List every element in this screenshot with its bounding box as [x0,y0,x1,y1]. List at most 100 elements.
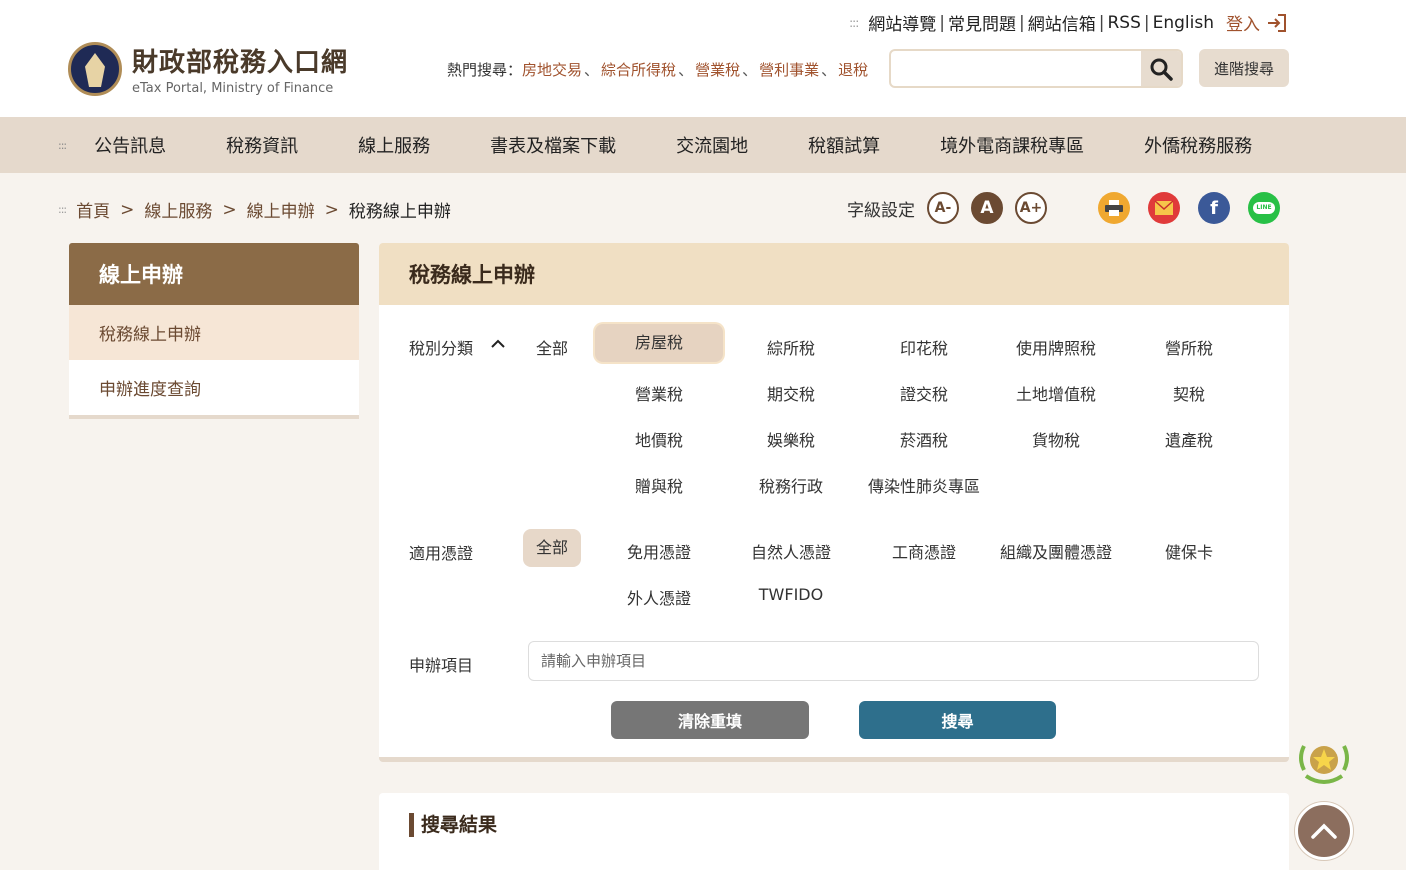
search-submit-button[interactable]: 搜尋 [859,701,1056,739]
dots-icon: ::: [58,138,67,152]
font-medium-button[interactable]: A [971,192,1003,224]
util-link-faq[interactable]: 常見問題 [948,10,1016,35]
nav-item-tax-calculator[interactable]: 稅額試算 [808,132,880,158]
font-size-label: 字級設定 [847,200,915,221]
cert-label: 適用憑證 [409,544,474,563]
sidebar-item-progress-query[interactable]: 申辦進度查詢 [69,360,359,415]
font-small-button[interactable]: A- [927,192,959,224]
nav-item-tax-info[interactable]: 稅務資訊 [226,132,298,158]
print-icon [1105,200,1123,216]
font-size-setting: 字級設定 A- A A+ [847,192,1059,224]
filter-panel: 稅務線上申辦 [379,243,1289,760]
facebook-icon: f [1210,197,1218,219]
nav-item-ecommerce[interactable]: 境外電商課稅專區 [940,132,1084,158]
back-to-top-button[interactable] [1295,802,1353,860]
chevron-up-icon[interactable] [489,337,507,351]
advanced-search-button[interactable]: 進階搜尋 [1199,49,1289,87]
tax-option[interactable]: 營業稅 [595,381,723,405]
tax-option[interactable]: 印花稅 [860,335,988,359]
cert-option[interactable]: 工商憑證 [860,539,988,563]
apply-item-input[interactable] [528,641,1259,681]
tax-option[interactable]: 營所稅 [1125,335,1253,359]
tax-option[interactable]: 契稅 [1125,381,1253,405]
tax-option[interactable]: 地價稅 [595,427,723,451]
main-nav: ::: 公告訊息 稅務資訊 線上服務 書表及檔案下載 交流園地 稅額試算 境外電… [0,117,1406,173]
tax-option[interactable]: 證交稅 [860,381,988,405]
tax-option[interactable]: 贈與稅 [595,473,723,497]
cert-option[interactable]: 自然人憑證 [727,539,855,563]
breadcrumb-online-apply[interactable]: 線上申辦 [247,197,315,222]
ministry-emblem-icon [68,42,122,96]
cert-option[interactable]: 組織及團體憑證 [992,539,1120,563]
facebook-button[interactable]: f [1198,192,1230,224]
util-link-sitemap[interactable]: 網站導覽 [868,10,936,35]
site-search [889,49,1183,88]
hot-keyword[interactable]: 退稅 [838,59,868,80]
apply-item-label: 申辦項目 [409,656,474,675]
breadcrumb-home[interactable]: 首頁 [76,197,110,222]
print-button[interactable] [1098,192,1130,224]
tax-option[interactable]: 土地增值稅 [992,381,1120,405]
breadcrumb-current: 稅務線上申辦 [348,202,451,222]
share-buttons: f LINE [1098,192,1298,224]
sidebar-title: 線上申辦 [69,243,359,305]
hot-keyword[interactable]: 房地交易 [522,59,582,80]
tax-option-all[interactable]: 全部 [523,335,581,359]
divider: | [939,12,945,33]
search-input[interactable] [891,51,1141,86]
chevron-right-icon: > [120,199,135,220]
divider: | [1019,12,1025,33]
tax-option[interactable]: 遺產稅 [1125,427,1253,451]
tax-option-house[interactable]: 房屋稅 [595,324,723,362]
hot-keyword[interactable]: 綜合所得稅 [601,59,676,80]
cert-option[interactable]: 免用憑證 [595,539,723,563]
search-results: 搜尋結果 [379,793,1289,870]
chevron-up-icon [1311,823,1337,839]
login-link[interactable]: 登入 [1226,10,1288,35]
logo-subtitle: eTax Portal, Ministry of Finance [132,81,334,96]
util-link-rss[interactable]: RSS [1107,13,1140,33]
util-link-english[interactable]: English [1153,13,1214,33]
divider: | [1143,12,1150,33]
panel-bottom-bar [379,757,1289,762]
tax-option[interactable]: 菸酒稅 [860,427,988,451]
cert-option[interactable]: TWFIDO [727,585,855,604]
clear-button[interactable]: 清除重填 [611,701,809,739]
cert-option-all[interactable]: 全部 [523,529,581,567]
nav-item-foreigner-services[interactable]: 外僑稅務服務 [1144,132,1252,158]
logo-title: 財政部稅務入口網 [132,48,349,78]
tax-category-label: 稅別分類 [409,339,474,358]
sidebar: 線上申辦 稅務線上申辦 申辦進度查詢 [69,243,359,419]
cert-option[interactable]: 健保卡 [1125,539,1253,563]
sidebar-item-online-apply[interactable]: 稅務線上申辦 [69,305,359,360]
line-button[interactable]: LINE [1248,192,1280,224]
util-link-mailbox[interactable]: 網站信箱 [1028,10,1096,35]
tax-option[interactable]: 傳染性肺炎專區 [855,473,993,497]
award-badge-icon[interactable] [1294,730,1354,790]
cert-option[interactable]: 外人憑證 [595,585,723,609]
mail-button[interactable] [1148,192,1180,224]
site-logo[interactable]: 財政部稅務入口網 eTax Portal, Ministry of Financ… [68,42,348,96]
dots-icon: ::: [849,15,859,30]
tax-option[interactable]: 使用牌照稅 [992,335,1120,359]
chevron-right-icon: > [324,199,339,220]
tax-option[interactable]: 期交稅 [727,381,855,405]
hot-search-label: 熱門搜尋： [447,61,523,79]
chevron-right-icon: > [222,199,237,220]
nav-item-downloads[interactable]: 書表及檔案下載 [490,132,616,158]
results-title: 搜尋結果 [409,813,497,837]
tax-option[interactable]: 稅務行政 [727,473,855,497]
search-button[interactable] [1141,51,1181,86]
dots-icon: ::: [58,203,67,216]
font-large-button[interactable]: A+ [1015,192,1047,224]
nav-item-announcements[interactable]: 公告訊息 [94,132,166,158]
breadcrumb-online-services[interactable]: 線上服務 [144,197,212,222]
nav-item-online-services[interactable]: 線上服務 [358,132,430,158]
hot-keyword[interactable]: 營利事業 [759,59,819,80]
tax-option[interactable]: 娛樂稅 [727,427,855,451]
tax-option[interactable]: 貨物稅 [992,427,1120,451]
nav-item-community[interactable]: 交流園地 [676,132,748,158]
login-label: 登入 [1226,15,1260,35]
tax-option[interactable]: 綜所稅 [727,335,855,359]
hot-keyword[interactable]: 營業稅 [695,59,740,80]
